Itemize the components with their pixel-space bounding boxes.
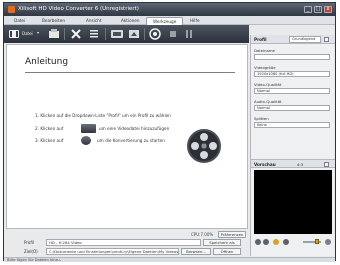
- video-size-select[interactable]: 1920x1080 (full HD): [254, 71, 330, 77]
- preview-title: Vorschau: [254, 162, 276, 167]
- app-logo-icon: [8, 6, 15, 13]
- step-number: 3.: [35, 138, 39, 143]
- menu-hilfe[interactable]: Hilfe: [190, 18, 200, 23]
- stop-icon[interactable]: [167, 28, 179, 40]
- guide-panel: Anleitung 1. Klicken auf die Dropdown-Li…: [6, 44, 248, 229]
- profile-row: Profil HD - H.264 Video Speichern als: [6, 239, 249, 247]
- destination-field[interactable]: C:\Dokumente und Einstellungen\ventLry\E…: [46, 248, 179, 255]
- aspect-ratio-select[interactable]: 4:3: [297, 162, 303, 167]
- volume-icon[interactable]: [273, 239, 279, 245]
- convert-icon[interactable]: [149, 28, 161, 40]
- profile-label: Profil: [24, 240, 34, 245]
- cpu-usage: CPU:7.00%: [191, 232, 214, 237]
- properties-panel: Profil Grundlegend Dateiname Videogröße …: [250, 35, 335, 256]
- step-3-suffix: um die Konvertierung zu starten: [97, 138, 165, 143]
- film-reel-icon: [187, 129, 221, 163]
- toolbar: Datei ▾: [4, 25, 249, 43]
- preview-header: Vorschau 4:3: [251, 159, 335, 168]
- convert-icon: [81, 136, 91, 145]
- step-number: 1.: [35, 113, 39, 118]
- filename-input[interactable]: [254, 54, 330, 60]
- status-text: Bitte fügen Sie Dateien hinzu.: [7, 258, 61, 262]
- profile-select[interactable]: HD - H.264 Video: [46, 239, 201, 246]
- video-size-label: Videogröße: [254, 65, 276, 70]
- destination-label: Ziel(O): [24, 249, 38, 254]
- audio-quality-label: Audio-Qualität: [254, 99, 282, 104]
- title-divider: [25, 72, 235, 73]
- menu-ansicht[interactable]: Ansicht: [86, 18, 101, 23]
- settings-icon[interactable]: [324, 37, 329, 42]
- step-2-suffix: um eine Videodatei hinzuzufügen: [99, 126, 170, 131]
- video-quality-select[interactable]: Normal: [254, 88, 330, 94]
- app-window: Xilisoft HD Video Converter 6 (Unregistr…: [3, 2, 336, 262]
- add-video-icon[interactable]: [8, 28, 20, 40]
- play-icon[interactable]: [255, 239, 261, 245]
- reel-hole: [200, 151, 208, 159]
- toolbar-separator: [144, 28, 145, 40]
- step-number: 2.: [35, 126, 39, 131]
- delete-icon[interactable]: [70, 28, 82, 40]
- add-file-label[interactable]: Datei: [22, 31, 33, 36]
- cpu-bar: CPU:7.00% Präferenzen: [6, 230, 248, 239]
- reel-hole: [209, 142, 217, 150]
- toolbar-separator: [105, 28, 106, 40]
- snapshot-icon[interactable]: [283, 239, 289, 245]
- step-3: 3. Klicken auf: [35, 138, 63, 143]
- preferences-button[interactable]: Präferenzen: [218, 231, 246, 238]
- destination-row: Ziel(O) C:\Dokumente und Einstellungen\v…: [6, 248, 249, 256]
- audio-quality-select[interactable]: Normal: [254, 105, 330, 111]
- step-text: Klicken auf: [40, 138, 64, 143]
- properties-mode-select[interactable]: Grundlegend: [289, 36, 321, 43]
- open-button[interactable]: Öffnen: [213, 248, 241, 255]
- video-quality-label: Video-Qualität: [254, 82, 282, 87]
- window-title: Xilisoft HD Video Converter 6 (Unregistr…: [18, 6, 139, 12]
- step-2: 2. Klicken auf: [35, 126, 63, 131]
- reel-hole: [200, 133, 208, 141]
- volume-handle[interactable]: [315, 239, 319, 244]
- step-text: Klicken auf: [40, 126, 64, 131]
- page-title: Anleitung: [25, 57, 69, 67]
- reel-hole: [191, 142, 199, 150]
- add-folder-icon[interactable]: [48, 28, 60, 40]
- preview-screen: [254, 170, 332, 234]
- menu-aktionen[interactable]: Aktionen: [121, 18, 140, 23]
- status-bar: Bitte fügen Sie Dateien hinzu.: [4, 257, 335, 262]
- step-text: Klicken auf die Dropdown-Liste "Profil" …: [40, 113, 171, 118]
- filename-label: Dateiname: [254, 48, 275, 53]
- menu-datei[interactable]: Datei: [14, 18, 25, 23]
- clip-icon[interactable]: [110, 28, 124, 40]
- menu-bar: Datei Bearbeiten Ansicht Aktionen Werkze…: [4, 16, 335, 26]
- title-bar[interactable]: Xilisoft HD Video Converter 6 (Unregistr…: [4, 3, 335, 16]
- snapshot-icon[interactable]: [324, 162, 329, 167]
- pause-icon[interactable]: [183, 28, 195, 40]
- fullscreen-icon[interactable]: [325, 239, 331, 245]
- toolbar-separator: [64, 28, 65, 40]
- step-1: 1. Klicken auf die Dropdown-Liste "Profi…: [35, 113, 171, 118]
- volume-slider[interactable]: [303, 239, 321, 244]
- save-as-button[interactable]: Speichern als: [203, 239, 241, 246]
- list-icon[interactable]: [88, 28, 100, 40]
- split-label: Splitten: [254, 116, 269, 121]
- effect-icon[interactable]: [128, 28, 140, 40]
- browse-button[interactable]: Browsen...: [181, 248, 211, 255]
- maximize-button[interactable]: □: [314, 6, 322, 13]
- add-video-icon: [81, 124, 96, 133]
- close-button[interactable]: x: [324, 6, 332, 13]
- properties-header: Profil Grundlegend: [251, 35, 335, 44]
- split-select[interactable]: Keine: [254, 122, 330, 128]
- minimize-button[interactable]: _: [304, 6, 312, 13]
- stop-icon[interactable]: [263, 239, 269, 245]
- properties-title: Profil: [254, 37, 267, 42]
- add-dropdown-icon[interactable]: ▾: [37, 30, 39, 35]
- preview-controls: [251, 237, 335, 247]
- menu-bearbeiten[interactable]: Bearbeiten: [42, 18, 65, 23]
